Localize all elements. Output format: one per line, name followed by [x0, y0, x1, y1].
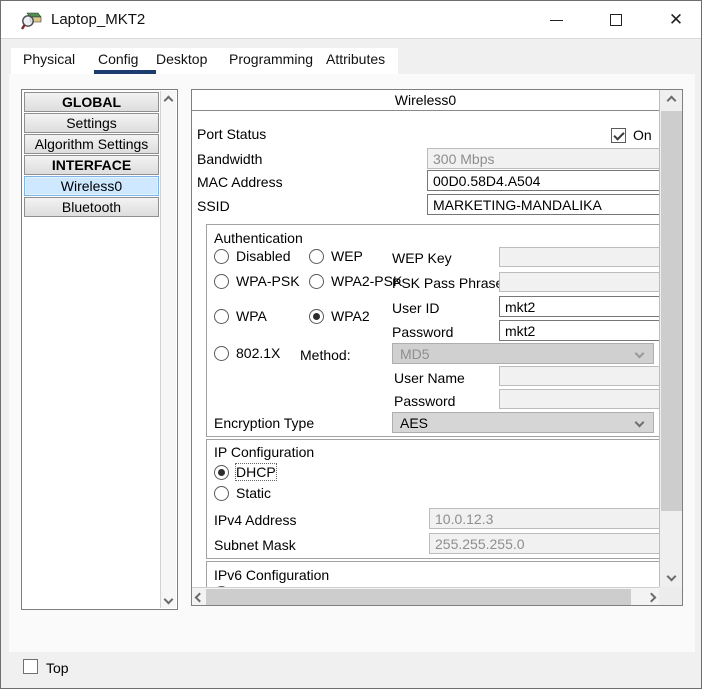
sidebar-item-wireless0[interactable]: Wireless0 — [24, 176, 159, 196]
port-status-checkbox[interactable] — [611, 128, 626, 143]
tab-config[interactable]: Config — [98, 48, 138, 70]
auth-radio-wpa2[interactable]: WPA2 — [309, 307, 370, 325]
chevron-down-icon — [635, 418, 645, 428]
scroll-left-icon[interactable] — [193, 589, 205, 605]
close-button[interactable]: ✕ — [656, 1, 696, 39]
panel-horizontal-scrollbar[interactable] — [192, 587, 659, 605]
ip-radio-static[interactable]: Static — [214, 484, 271, 502]
config-sidebar: GLOBAL Settings Algorithm Settings INTER… — [21, 89, 178, 610]
scroll-down-icon[interactable] — [660, 569, 682, 583]
radio-icon[interactable] — [309, 249, 324, 264]
tab-programming[interactable]: Programming — [229, 48, 313, 70]
radio-icon[interactable] — [309, 274, 324, 289]
radio-icon[interactable] — [214, 486, 229, 501]
auth-radio-wep[interactable]: WEP — [309, 247, 363, 265]
minimize-button[interactable] — [536, 1, 576, 39]
bandwidth-field: 300 Mbps — [427, 148, 659, 169]
auth-radio-wpa[interactable]: WPA — [214, 307, 267, 325]
subnet-mask-field: 255.255.255.0 — [429, 533, 659, 554]
scroll-up-icon[interactable] — [660, 93, 682, 107]
ipv4-address-field: 10.0.12.3 — [429, 508, 659, 529]
sidebar-item-bluetooth[interactable]: Bluetooth — [24, 197, 159, 217]
psk-pass-phrase-field — [499, 272, 659, 292]
sidebar-item-global[interactable]: GLOBAL — [24, 92, 159, 112]
radio-icon[interactable] — [214, 274, 229, 289]
dot1x-password-label: Password — [394, 393, 455, 409]
radio-icon[interactable] — [214, 249, 229, 264]
radio-icon[interactable] — [214, 309, 229, 324]
packet-tracer-device-icon — [20, 8, 44, 32]
ip-configuration-title: IP Configuration — [214, 444, 314, 460]
sidebar-item-algorithm-settings[interactable]: Algorithm Settings — [24, 134, 159, 154]
authentication-groupbox: Authentication Disabled WEP WEP Key WPA-… — [206, 224, 659, 437]
scroll-down-icon[interactable] — [161, 592, 176, 606]
ipv6-configuration-groupbox: IPv6 Configuration — [206, 561, 659, 587]
auth-radio-wpa2-psk[interactable]: WPA2-PSK — [309, 272, 402, 290]
auth-password-field[interactable]: mkt2 — [499, 320, 659, 341]
panel-title: Wireless0 — [192, 90, 659, 111]
scroll-right-icon[interactable] — [644, 589, 658, 605]
user-id-field[interactable]: mkt2 — [499, 296, 659, 317]
footer-bar: Top — [1, 652, 701, 689]
maximize-icon — [610, 14, 622, 26]
auth-radio-8021x[interactable]: 802.1X — [214, 344, 280, 362]
ip-configuration-groupbox: IP Configuration DHCP Static IPv4 Addres… — [206, 439, 659, 559]
radio-selected-icon[interactable] — [309, 309, 324, 324]
window-title: Laptop_MKT2 — [51, 1, 145, 39]
auth-radio-disabled[interactable]: Disabled — [214, 247, 290, 265]
interface-panel: Wireless0 Port Status On Bandwidth 300 M… — [191, 89, 683, 606]
encryption-type-select[interactable]: AES — [392, 412, 654, 433]
tab-attributes[interactable]: Attributes — [326, 48, 385, 70]
port-status-on-label: On — [633, 127, 652, 143]
radio-icon[interactable] — [214, 346, 229, 361]
ipv4-address-label: IPv4 Address — [214, 512, 297, 528]
minimize-icon — [550, 20, 563, 21]
vertical-scroll-thumb[interactable] — [661, 111, 682, 511]
subnet-mask-label: Subnet Mask — [214, 537, 296, 553]
radio-selected-icon[interactable] — [214, 465, 229, 480]
mac-address-label: MAC Address — [197, 174, 283, 190]
port-status-label: Port Status — [197, 126, 266, 142]
tab-desktop[interactable]: Desktop — [156, 48, 207, 70]
bandwidth-label: Bandwidth — [197, 151, 262, 167]
encryption-type-label: Encryption Type — [214, 415, 314, 431]
psk-pass-phrase-label: PSK Pass Phrase — [392, 275, 503, 291]
wep-key-field — [499, 247, 659, 267]
scroll-up-icon[interactable] — [161, 93, 176, 107]
sidebar-scrollbar[interactable] — [160, 91, 176, 608]
auth-radio-wpa-psk[interactable]: WPA-PSK — [214, 272, 300, 290]
ssid-label: SSID — [197, 198, 230, 214]
ip-radio-dhcp[interactable]: DHCP — [214, 463, 276, 481]
top-checkbox-label: Top — [46, 660, 69, 676]
top-checkbox[interactable] — [23, 659, 38, 674]
scrollbar-corner — [659, 587, 682, 605]
dot1x-password-field — [499, 389, 659, 409]
chevron-down-icon — [635, 349, 645, 359]
maximize-button[interactable] — [596, 1, 636, 39]
panel-vertical-scrollbar[interactable] — [659, 90, 682, 587]
ssid-field[interactable]: MARKETING-MANDALIKA — [427, 194, 659, 215]
method-select: MD5 — [392, 343, 654, 364]
method-label: Method: — [300, 347, 351, 363]
mac-address-field[interactable]: 00D0.58D4.A504 — [427, 170, 659, 191]
authentication-title: Authentication — [214, 230, 303, 246]
auth-password-label: Password — [392, 324, 453, 340]
sidebar-item-interface[interactable]: INTERFACE — [24, 155, 159, 175]
user-id-label: User ID — [392, 300, 439, 316]
title-bar: Laptop_MKT2 ✕ — [1, 1, 701, 39]
horizontal-scroll-thumb[interactable] — [206, 589, 631, 605]
dot1x-username-field — [499, 366, 659, 386]
panel-scroll-content: Port Status On Bandwidth 300 Mbps MAC Ad… — [192, 111, 659, 587]
ipv6-configuration-title: IPv6 Configuration — [214, 567, 329, 583]
sidebar-item-settings[interactable]: Settings — [24, 113, 159, 133]
dot1x-username-label: User Name — [394, 370, 465, 386]
wep-key-label: WEP Key — [392, 250, 452, 266]
port-status-checkbox-row[interactable]: On — [611, 126, 652, 144]
tab-physical[interactable]: Physical — [23, 48, 75, 70]
device-config-window: Laptop_MKT2 ✕ Physical Config Desktop Pr… — [0, 0, 702, 689]
tab-bar: Physical Config Desktop Programming Attr… — [11, 48, 398, 74]
